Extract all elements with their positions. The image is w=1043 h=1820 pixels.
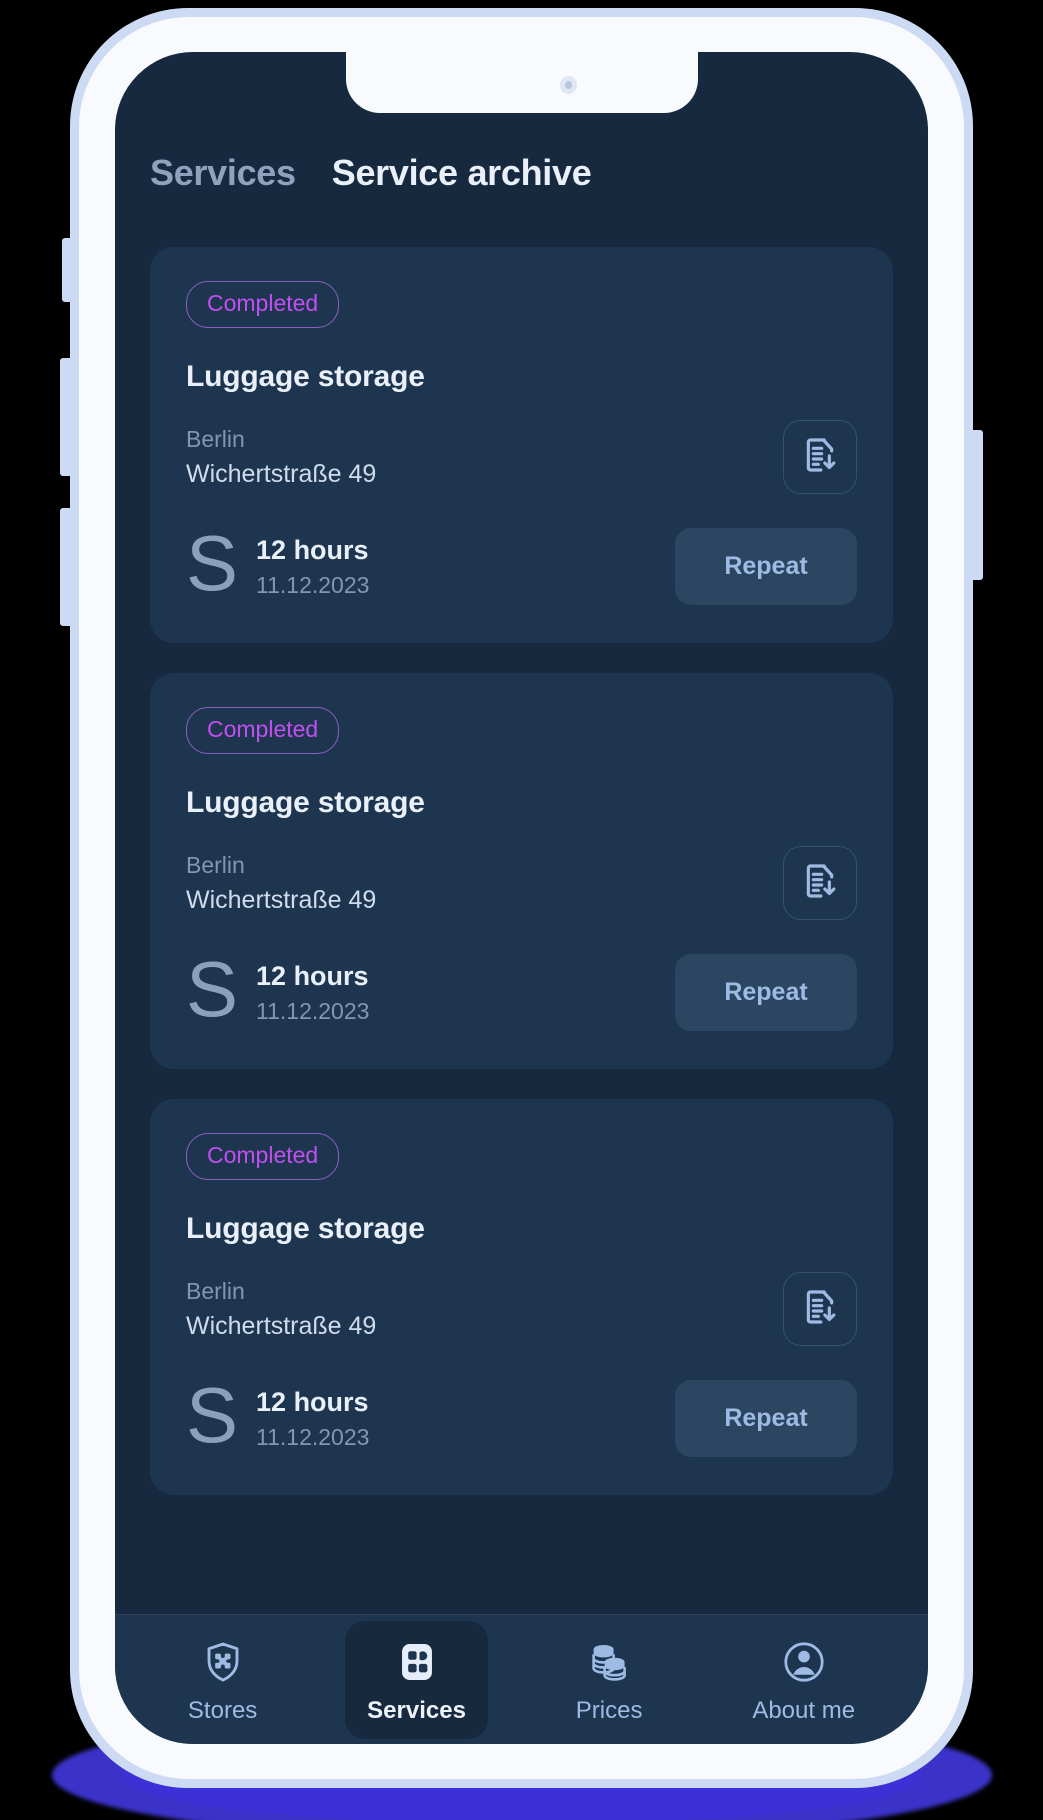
front-camera-icon: [559, 76, 577, 94]
nav-item-label: Services: [367, 1696, 466, 1724]
silent-switch-button[interactable]: [62, 238, 74, 302]
service-duration-row: S 12 hours 11.12.2023 Repeat: [186, 1370, 857, 1459]
duration-value: 12 hours: [256, 1386, 369, 1417]
repeat-button[interactable]: Repeat: [675, 528, 857, 605]
service-card[interactable]: Completed Luggage storage Berlin Wichert…: [150, 673, 893, 1069]
document-download-icon: [800, 435, 840, 480]
duration-texts: 12 hours 11.12.2023: [256, 1387, 369, 1451]
nav-item-stores[interactable]: Stores: [166, 1621, 279, 1739]
status-badge: Completed: [186, 1133, 340, 1180]
document-download-button[interactable]: [783, 1272, 857, 1346]
phone-notch: [345, 52, 698, 113]
nav-item-prices[interactable]: Prices: [554, 1621, 665, 1739]
screenshot-stage: Services Service archive Completed Lugga…: [0, 0, 1043, 1820]
address-street: Wichertstraße 49: [186, 886, 377, 915]
volume-up-button[interactable]: [60, 358, 74, 476]
nav-item-about-me[interactable]: About me: [730, 1621, 877, 1739]
address-block: Berlin Wichertstraße 49: [186, 848, 376, 919]
service-date: 11.12.2023: [256, 997, 370, 1024]
power-button[interactable]: [969, 430, 983, 580]
address-block: Berlin Wichertstraße 49: [186, 1274, 376, 1345]
document-download-button[interactable]: [783, 846, 857, 920]
repeat-button[interactable]: Repeat: [675, 1380, 857, 1457]
address-block: Berlin Wichertstraße 49: [186, 422, 376, 493]
duration-texts: 12 hours 11.12.2023: [256, 961, 369, 1025]
nav-item-label: Prices: [575, 1696, 643, 1724]
address-city: Berlin: [186, 425, 245, 452]
duration-s-icon: S: [186, 518, 239, 607]
tab-services[interactable]: Services: [150, 152, 296, 194]
service-archive-list[interactable]: Completed Luggage storage Berlin Wichert…: [115, 227, 928, 1614]
nav-item-services[interactable]: Services: [345, 1620, 488, 1739]
status-badge: Completed: [186, 707, 340, 754]
document-download-icon: [800, 861, 840, 906]
volume-down-button[interactable]: [60, 508, 74, 626]
address-street: Wichertstraße 49: [186, 1312, 377, 1341]
bottom-navigation-bar: Stores Services Prices About me: [115, 1614, 928, 1744]
phone-screen: Services Service archive Completed Lugga…: [115, 52, 928, 1744]
duration-s-icon: S: [186, 1370, 239, 1459]
duration-s-icon: S: [186, 944, 239, 1033]
service-address-row: Berlin Wichertstraße 49: [186, 1272, 857, 1346]
status-badge: Completed: [186, 281, 340, 328]
service-title: Luggage storage: [186, 1212, 425, 1245]
service-date: 11.12.2023: [256, 1423, 370, 1450]
nav-item-label: Stores: [187, 1696, 258, 1724]
nav-item-label: About me: [752, 1696, 856, 1724]
duration-block: S 12 hours 11.12.2023: [186, 944, 369, 1033]
service-date: 11.12.2023: [256, 571, 370, 598]
address-street: Wichertstraße 49: [186, 460, 377, 489]
service-duration-row: S 12 hours 11.12.2023 Repeat: [186, 944, 857, 1033]
shield-grid-icon: [200, 1637, 246, 1687]
document-download-button[interactable]: [783, 420, 857, 494]
service-title: Luggage storage: [186, 360, 425, 393]
coins-stack-icon: [585, 1637, 633, 1687]
service-duration-row: S 12 hours 11.12.2023 Repeat: [186, 518, 857, 607]
document-download-icon: [800, 1287, 840, 1332]
address-city: Berlin: [186, 1277, 245, 1304]
duration-block: S 12 hours 11.12.2023: [186, 518, 369, 607]
duration-value: 12 hours: [256, 960, 369, 991]
service-card[interactable]: Completed Luggage storage Berlin Wichert…: [150, 1099, 893, 1495]
service-address-row: Berlin Wichertstraße 49: [186, 420, 857, 494]
service-title: Luggage storage: [186, 786, 425, 819]
address-city: Berlin: [186, 851, 245, 878]
repeat-button[interactable]: Repeat: [675, 954, 857, 1031]
user-circle-icon: [780, 1637, 828, 1687]
duration-value: 12 hours: [256, 534, 369, 565]
grid-blocks-icon: [394, 1637, 440, 1687]
service-card[interactable]: Completed Luggage storage Berlin Wichert…: [150, 247, 893, 643]
duration-texts: 12 hours 11.12.2023: [256, 535, 369, 599]
service-address-row: Berlin Wichertstraße 49: [186, 846, 857, 920]
tab-service-archive[interactable]: Service archive: [332, 152, 592, 194]
duration-block: S 12 hours 11.12.2023: [186, 1370, 369, 1459]
